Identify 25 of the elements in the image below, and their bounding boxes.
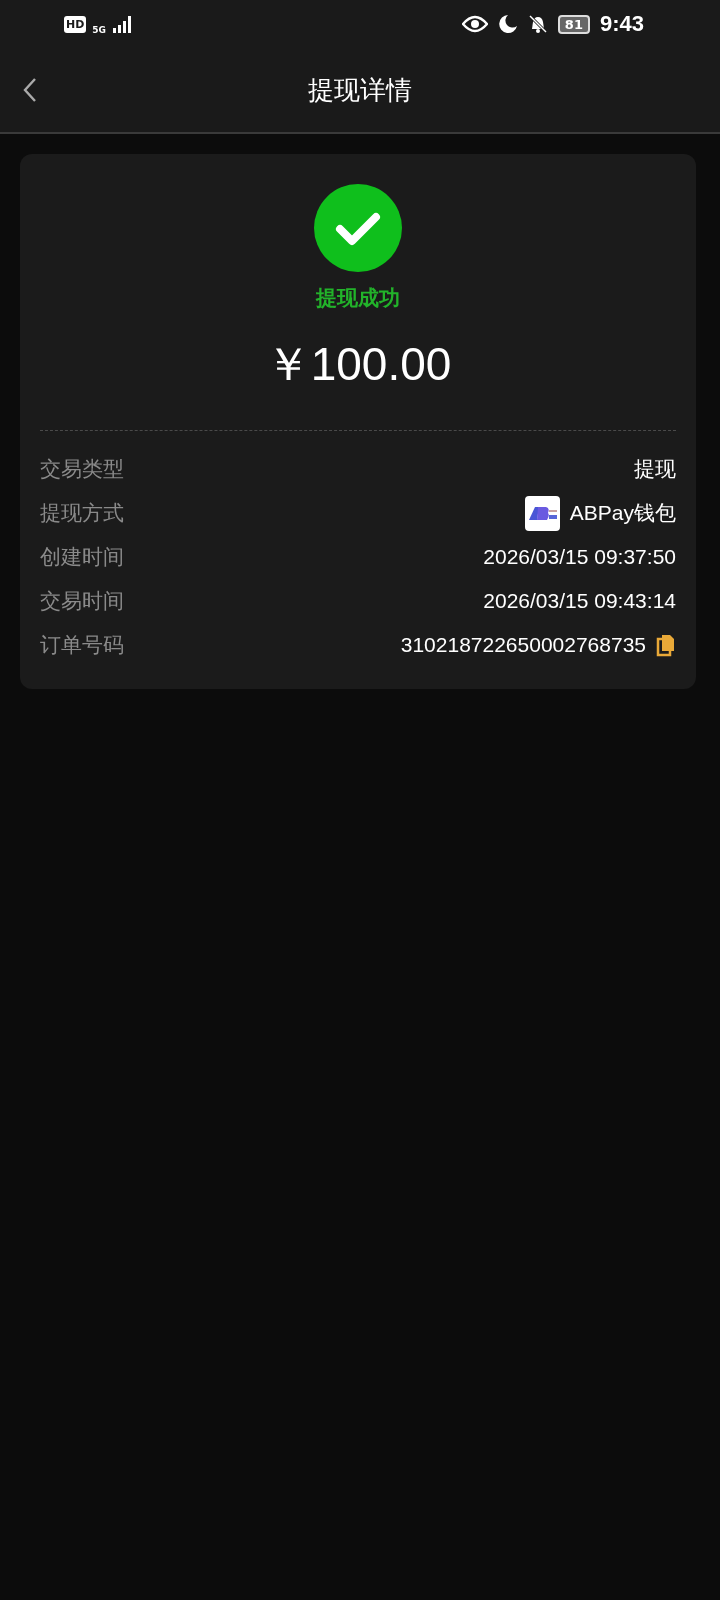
detail-label: 订单号码 [40, 632, 124, 659]
detail-value: ABPay钱包 [569, 500, 676, 526]
detail-label: 交易类型 [40, 456, 124, 483]
hd-badge: HD [64, 15, 87, 33]
signal-icon [112, 13, 134, 35]
detail-label: 创建时间 [40, 544, 124, 571]
detail-label: 交易时间 [40, 588, 124, 615]
detail-value: 310218722650002768735 [400, 633, 646, 657]
success-check-icon [314, 184, 402, 272]
clock-time: 9:43 [599, 11, 644, 37]
bell-muted-icon [527, 14, 548, 34]
page-title: 提现详情 [308, 73, 412, 107]
detail-value: 2026/03/15 09:43:14 [483, 589, 676, 613]
wallet-logo-icon [524, 495, 560, 531]
network-type: 5G [92, 25, 106, 35]
status-text: 提现成功 [316, 285, 400, 312]
copy-icon[interactable] [656, 633, 676, 657]
detail-value: 提现 [634, 456, 676, 482]
battery-indicator: 81 [557, 14, 590, 34]
detail-value: 2026/03/15 09:37:50 [483, 545, 676, 569]
eye-icon [461, 15, 488, 33]
moon-icon [497, 14, 518, 34]
detail-label: 提现方式 [40, 500, 124, 527]
amount: ￥100.00 [264, 337, 452, 392]
back-icon[interactable] [22, 77, 38, 103]
